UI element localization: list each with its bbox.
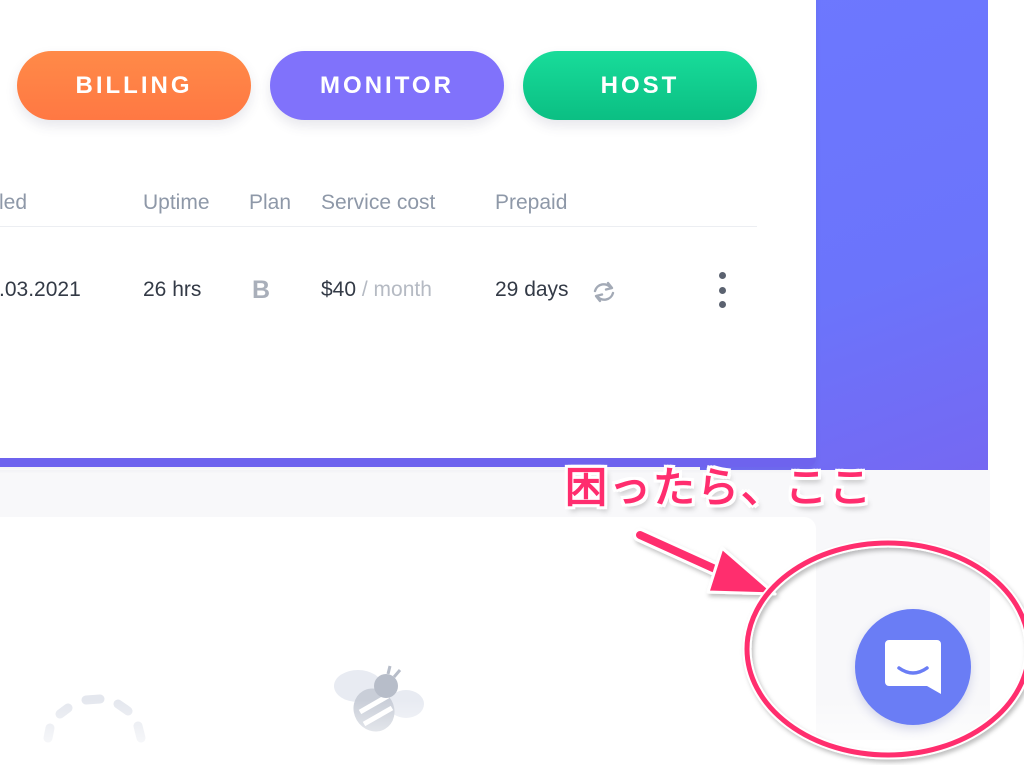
column-header-plan: Plan	[249, 191, 292, 214]
table-divider	[0, 226, 757, 227]
cost-period: / month	[356, 278, 432, 301]
cell-uptime: 26 hrs	[143, 278, 202, 301]
chat-launcher-button[interactable]	[855, 609, 971, 725]
cell-service-cost: $40 / month	[321, 278, 432, 302]
chat-icon	[885, 640, 941, 694]
cost-amount: $40	[321, 278, 357, 301]
refresh-icon[interactable]	[590, 280, 618, 304]
monitor-button[interactable]: MONITOR	[270, 51, 504, 120]
column-header-prepaid: Prepaid	[495, 191, 568, 214]
more-vertical-icon[interactable]	[712, 272, 732, 308]
cell-prepaid: 29 days	[495, 278, 569, 301]
billing-button[interactable]: BILLING	[17, 51, 251, 120]
column-header-added: led	[0, 191, 28, 214]
cell-added-date: .03.2021	[0, 278, 81, 301]
cell-plan-badge: B	[252, 276, 271, 304]
host-button[interactable]: HOST	[523, 51, 757, 120]
column-header-uptime: Uptime	[143, 191, 210, 214]
annotation-label: 困ったら、ここ	[565, 463, 874, 512]
bottom-fade	[0, 700, 1024, 765]
column-header-service-cost: Service cost	[321, 191, 436, 214]
